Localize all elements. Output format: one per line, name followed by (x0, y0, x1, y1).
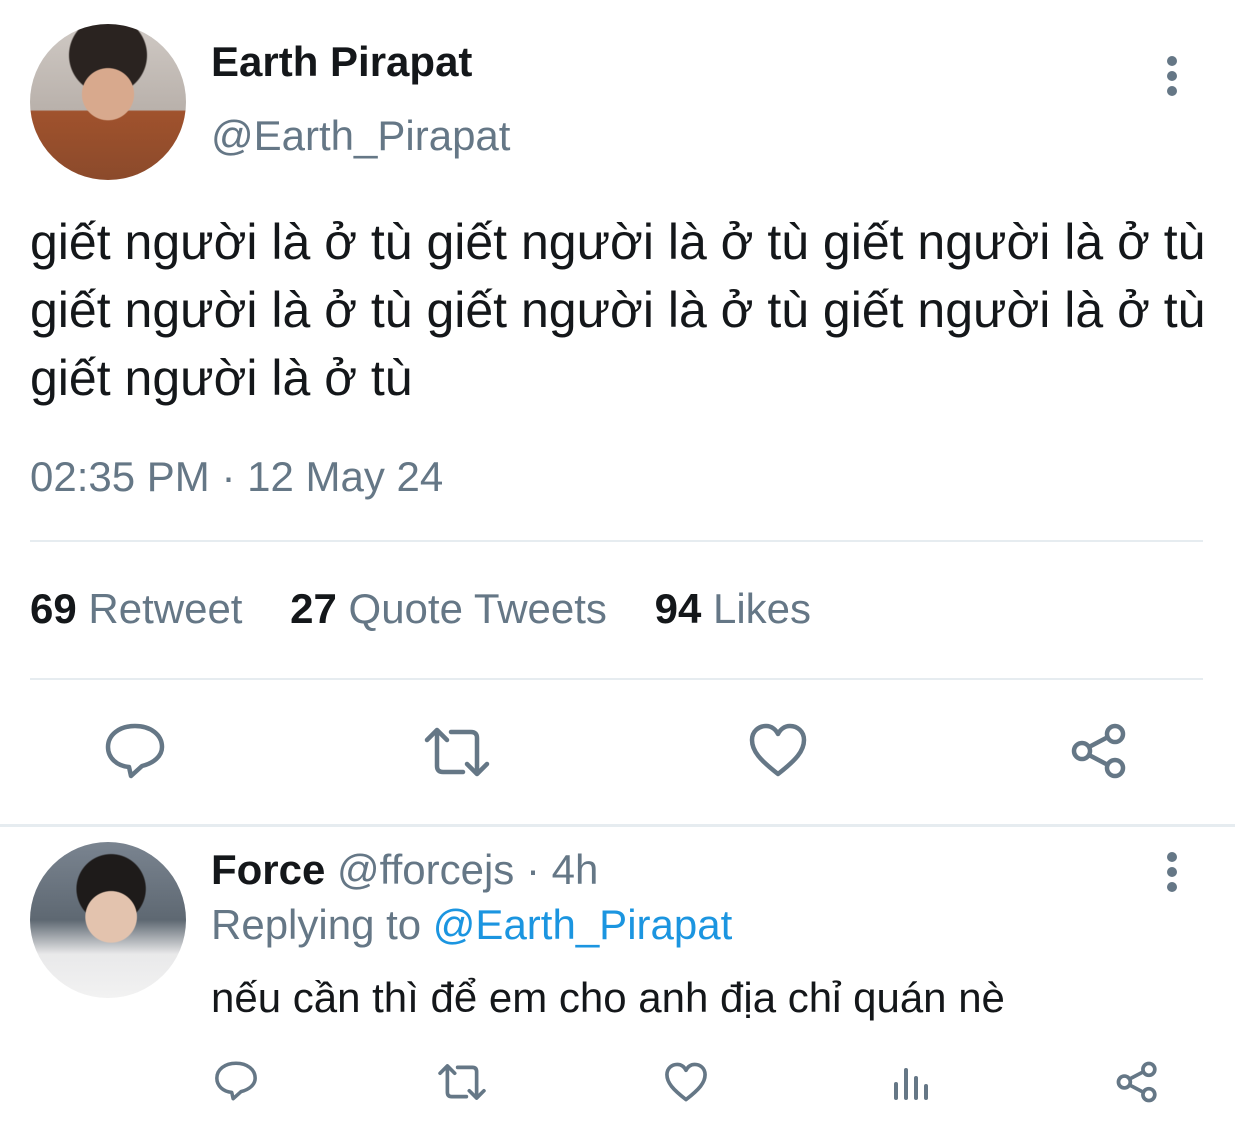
like-icon[interactable] (748, 722, 808, 778)
more-options-icon[interactable] (1152, 52, 1192, 102)
retweets-label: Retweet (88, 585, 243, 632)
retweets-count: 69 (30, 585, 77, 632)
author-avatar[interactable] (30, 24, 186, 180)
analytics-icon[interactable] (892, 1062, 932, 1102)
quotes-stat[interactable]: 27 Quote Tweets (290, 585, 607, 632)
replying-to-label: Replying to (211, 901, 422, 948)
reply-reply-icon[interactable] (214, 1060, 258, 1102)
share-icon[interactable] (1068, 722, 1130, 780)
reply-author-avatar[interactable] (30, 842, 186, 998)
reply-retweet-icon[interactable] (437, 1063, 487, 1101)
likes-label: Likes (712, 585, 812, 632)
reply-time[interactable]: · 4h (526, 846, 598, 893)
reply-share-icon[interactable] (1114, 1060, 1160, 1104)
reply-like-icon[interactable] (664, 1061, 708, 1103)
quotes-label: Quote Tweets (348, 585, 607, 632)
tweet-stats: 69 Retweet 27 Quote Tweets 94 Likes (30, 585, 847, 633)
quotes-count: 27 (290, 585, 337, 632)
reply-author-handle[interactable]: @fforcejs (337, 846, 514, 893)
tweet-text: giết người là ở tù giết người là ở tù gi… (30, 214, 1206, 406)
reply-header: Force @fforcejs · 4h (211, 846, 598, 894)
reply-more-options-icon[interactable] (1152, 848, 1192, 898)
tweet-timestamp[interactable]: 02:35 PM · 12 May 24 (30, 453, 443, 501)
retweet-icon[interactable] (423, 726, 491, 778)
likes-count: 94 (654, 585, 702, 632)
section-divider (0, 824, 1235, 827)
author-name[interactable]: Earth Pirapat (211, 38, 472, 86)
author-handle[interactable]: @Earth_Pirapat (211, 112, 510, 160)
replying-to: Replying to @Earth_Pirapat (211, 901, 732, 949)
replying-to-handle[interactable]: @Earth_Pirapat (433, 901, 732, 948)
likes-stat[interactable]: 94 Likes (655, 585, 811, 632)
divider (30, 678, 1203, 680)
retweets-stat[interactable]: 69 Retweet (30, 585, 242, 632)
reply-icon[interactable] (104, 722, 166, 780)
reply-text: nếu cần thì để em cho anh địa chỉ quán n… (211, 974, 1005, 1021)
reply-author-name[interactable]: Force (211, 846, 325, 893)
divider (30, 540, 1203, 542)
